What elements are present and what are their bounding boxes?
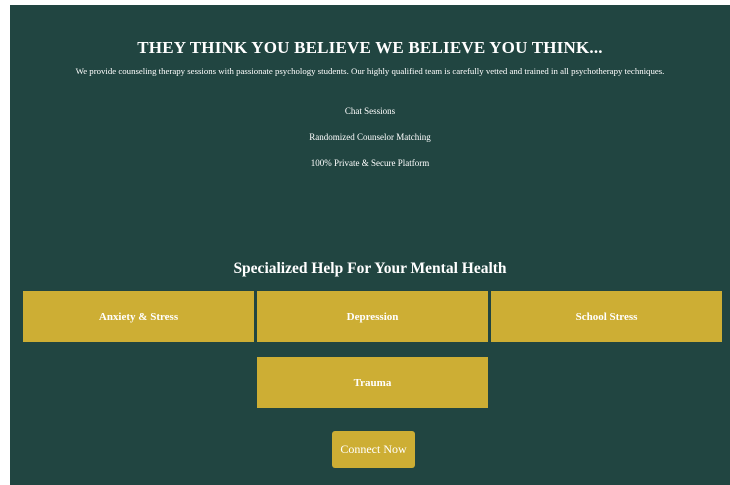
card-trauma[interactable]: Trauma: [257, 357, 488, 408]
feature-item-randomized-matching: Randomized Counselor Matching: [309, 132, 431, 142]
card-label: School Stress: [575, 310, 638, 323]
card-anxiety-stress[interactable]: Anxiety & Stress: [23, 291, 254, 342]
feature-item-private-secure: 100% Private & Secure Platform: [310, 158, 430, 168]
card-label: Depression: [346, 310, 399, 323]
feature-item-chat-sessions: Chat Sessions: [344, 106, 396, 116]
card-school-stress[interactable]: School Stress: [491, 291, 722, 342]
card-label: Anxiety & Stress: [98, 310, 179, 323]
connect-now-button[interactable]: Connect Now: [332, 431, 415, 468]
page-container: THEY THINK YOU BELIEVE WE BELIEVE YOU TH…: [10, 5, 730, 485]
card-depression[interactable]: Depression: [257, 291, 488, 342]
feature-list: Chat Sessions Randomized Counselor Match…: [10, 105, 730, 183]
hero-title: THEY THINK YOU BELIEVE WE BELIEVE YOU TH…: [137, 38, 603, 57]
card-label: Trauma: [353, 376, 392, 389]
hero-description: We provide counseling therapy sessions w…: [75, 66, 665, 76]
specialized-help-title: Specialized Help For Your Mental Health: [233, 260, 507, 277]
